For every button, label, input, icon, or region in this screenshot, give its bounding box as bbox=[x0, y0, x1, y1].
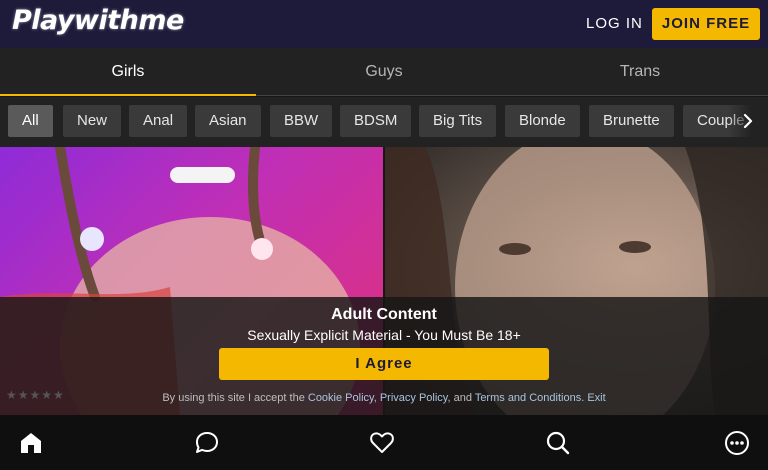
filter-chips: All New Anal Asian BBW BDSM Big Tits Blo… bbox=[0, 97, 768, 147]
chip-new[interactable]: New bbox=[63, 105, 122, 137]
rating-stars: ★★★★★ bbox=[6, 388, 65, 402]
chat-icon[interactable] bbox=[194, 430, 220, 456]
search-icon[interactable] bbox=[545, 430, 571, 456]
login-button[interactable]: LOG IN bbox=[586, 15, 643, 32]
chip-bbw[interactable]: BBW bbox=[270, 105, 333, 137]
more-icon[interactable] bbox=[724, 430, 750, 456]
tab-guys[interactable]: Guys bbox=[256, 48, 512, 96]
exit-link[interactable]: . Exit bbox=[581, 392, 605, 404]
logo[interactable]: Playwithme bbox=[12, 5, 184, 36]
chip-asian[interactable]: Asian bbox=[195, 105, 261, 137]
legal-and: , and bbox=[447, 392, 472, 404]
category-tabs: Girls Guys Trans bbox=[0, 48, 768, 96]
home-icon[interactable] bbox=[18, 430, 44, 456]
overlay-subtitle: Sexually Explicit Material - You Must Be… bbox=[247, 327, 521, 343]
chip-all[interactable]: All bbox=[8, 105, 53, 137]
bottom-nav bbox=[0, 415, 768, 470]
chip-big-tits[interactable]: Big Tits bbox=[419, 105, 497, 137]
tab-girls[interactable]: Girls bbox=[0, 48, 256, 96]
legal-prefix: By using this site I accept the bbox=[162, 392, 305, 404]
legal-notice: By using this site I accept the Cookie P… bbox=[0, 392, 768, 404]
chip-bdsm[interactable]: BDSM bbox=[340, 105, 412, 137]
chip-brunette[interactable]: Brunette bbox=[589, 105, 674, 137]
tab-trans[interactable]: Trans bbox=[512, 48, 768, 96]
top-bar: Playwithme LOG IN JOIN FREE bbox=[0, 0, 768, 48]
heart-icon[interactable] bbox=[369, 430, 395, 456]
agree-button[interactable]: I Agree bbox=[219, 348, 549, 380]
age-verification-overlay: Adult Content Sexually Explicit Material… bbox=[0, 297, 768, 415]
legal-comma: , bbox=[373, 392, 377, 404]
chip-anal[interactable]: Anal bbox=[129, 105, 188, 137]
privacy-policy-link[interactable]: Privacy Policy bbox=[380, 392, 448, 404]
chevron-right-icon[interactable] bbox=[740, 112, 756, 130]
chip-blonde[interactable]: Blonde bbox=[505, 105, 580, 137]
join-free-button[interactable]: JOIN FREE bbox=[652, 8, 760, 40]
cookie-policy-link[interactable]: Cookie Policy bbox=[308, 392, 374, 404]
overlay-title: Adult Content bbox=[331, 306, 437, 323]
terms-link[interactable]: Terms and Conditions bbox=[475, 392, 581, 404]
